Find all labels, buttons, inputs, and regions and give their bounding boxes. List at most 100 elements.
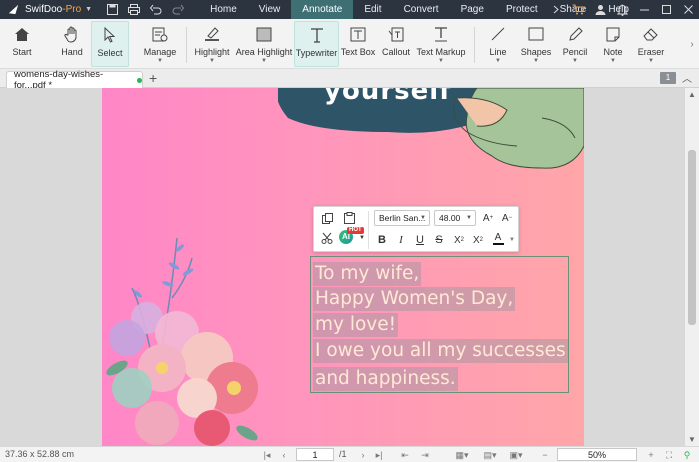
zoom-in-icon[interactable]: + bbox=[644, 448, 658, 462]
subscript-icon[interactable]: X2 bbox=[470, 232, 486, 248]
start-button[interactable]: Start bbox=[6, 21, 38, 67]
paste-icon[interactable] bbox=[341, 210, 357, 226]
text-markup-button[interactable]: Text Markup ▼ bbox=[416, 21, 466, 67]
menu-convert[interactable]: Convert bbox=[393, 0, 450, 19]
text-line[interactable]: I owe you all my successes bbox=[313, 339, 568, 363]
eraser-label: Eraser bbox=[637, 47, 665, 57]
font-family-select[interactable]: Berlin San... ▼ bbox=[374, 210, 430, 226]
previous-page-icon[interactable]: ‹ bbox=[277, 448, 291, 462]
strikethrough-icon[interactable]: S bbox=[431, 232, 447, 248]
document-tab-strip: womens-day-wishes-for...pdf * + 1 ︿ bbox=[0, 69, 699, 91]
total-pages: /1 bbox=[339, 449, 347, 459]
note-dropdown-icon[interactable]: ▼ bbox=[610, 58, 616, 64]
menu-protect[interactable]: Protect bbox=[495, 0, 549, 19]
menu-page[interactable]: Page bbox=[450, 0, 495, 19]
font-color-dropdown-icon[interactable]: ▼ bbox=[504, 232, 520, 248]
menu-more-chevron-icon[interactable] bbox=[545, 0, 567, 19]
manage-button[interactable]: Manage ▼ bbox=[141, 21, 179, 67]
undo-icon[interactable] bbox=[149, 3, 163, 17]
scrollbar-thumb[interactable] bbox=[688, 150, 696, 325]
text-line[interactable]: To my wife, bbox=[313, 262, 422, 286]
callout-icon bbox=[386, 25, 406, 43]
app-name[interactable]: SwifDoo-Pro bbox=[25, 4, 81, 15]
fullscreen-icon[interactable]: ⛶ bbox=[662, 448, 676, 462]
callout-button[interactable]: Callout bbox=[380, 21, 412, 67]
notification-bell-icon[interactable] bbox=[611, 0, 633, 19]
app-menu-caret-icon[interactable]: ▼ bbox=[85, 6, 92, 13]
text-box-button[interactable]: Text Box bbox=[341, 21, 375, 67]
text-line[interactable]: Happy Women's Day, bbox=[313, 287, 516, 311]
menu-home[interactable]: Home bbox=[199, 0, 248, 19]
superscript-icon[interactable]: X2 bbox=[451, 232, 467, 248]
account-icon[interactable] bbox=[589, 0, 611, 19]
bold-icon[interactable]: B bbox=[374, 232, 390, 248]
line-dropdown-icon[interactable]: ▼ bbox=[495, 58, 501, 64]
increase-font-size-icon[interactable]: A + bbox=[480, 210, 496, 226]
pencil-button[interactable]: Pencil ▼ bbox=[560, 21, 590, 67]
scroll-down-arrow-icon[interactable]: ▼ bbox=[688, 435, 696, 444]
highlight-dropdown-icon[interactable]: ▼ bbox=[209, 58, 215, 64]
typewriter-text-box[interactable]: To my wife, Happy Women's Day, my love! … bbox=[310, 256, 569, 393]
current-page-input[interactable]: 1 bbox=[296, 448, 334, 461]
previous-view-icon[interactable]: ⇤ bbox=[398, 448, 412, 462]
zoom-level-field[interactable]: 50% bbox=[557, 448, 637, 461]
page-dimensions: 37.36 x 52.88 cm bbox=[5, 449, 75, 459]
minimize-icon[interactable] bbox=[633, 0, 655, 19]
italic-icon[interactable]: I bbox=[393, 232, 409, 248]
text-markup-dropdown-icon[interactable]: ▼ bbox=[438, 58, 444, 64]
menu-edit[interactable]: Edit bbox=[353, 0, 392, 19]
shapes-icon bbox=[526, 25, 546, 43]
title-bar: SwifDoo-Pro ▼ Home View Annotate Edit Co… bbox=[0, 0, 699, 19]
page-display-mode-icon[interactable]: ▦▾ bbox=[452, 448, 472, 462]
close-icon[interactable] bbox=[677, 0, 699, 19]
ribbon-separator bbox=[186, 27, 187, 63]
eraser-button[interactable]: Eraser ▼ bbox=[636, 21, 666, 67]
hand-button[interactable]: Hand bbox=[55, 21, 89, 67]
page-fit-mode-icon[interactable]: ▣▾ bbox=[506, 448, 526, 462]
copy-icon[interactable] bbox=[319, 210, 335, 226]
status-bar: 37.36 x 52.88 cm |◂ ‹ 1 /1 › ▸| ⇤ ⇥ ▦▾ ▤… bbox=[0, 446, 699, 462]
maximize-icon[interactable] bbox=[655, 0, 677, 19]
shapes-button[interactable]: Shapes ▼ bbox=[520, 21, 552, 67]
document-tab[interactable]: womens-day-wishes-for...pdf * bbox=[6, 69, 143, 91]
area-highlight-dropdown-icon[interactable]: ▼ bbox=[261, 58, 267, 64]
underline-icon[interactable]: U bbox=[412, 232, 428, 248]
eraser-dropdown-icon[interactable]: ▼ bbox=[648, 58, 654, 64]
text-markup-icon bbox=[431, 25, 451, 43]
collapse-ribbon-chevron-icon[interactable]: ︿ bbox=[682, 70, 692, 85]
decrease-font-size-icon[interactable]: A − bbox=[499, 210, 515, 226]
next-view-icon[interactable]: ⇥ bbox=[418, 448, 432, 462]
last-page-icon[interactable]: ▸| bbox=[372, 448, 386, 462]
next-page-icon[interactable]: › bbox=[356, 448, 370, 462]
hand-label: Hand bbox=[61, 47, 83, 57]
scroll-up-arrow-icon[interactable]: ▲ bbox=[688, 90, 696, 99]
area-highlight-button[interactable]: Area Highlight ▼ bbox=[236, 21, 292, 67]
new-tab-plus-icon[interactable]: + bbox=[149, 70, 157, 86]
select-button[interactable]: Select bbox=[91, 21, 129, 67]
scroll-mode-icon[interactable]: ▤▾ bbox=[480, 448, 500, 462]
ribbon-scroll-right-icon[interactable]: › bbox=[685, 19, 699, 69]
print-icon[interactable] bbox=[127, 3, 141, 17]
line-button[interactable]: Line ▼ bbox=[484, 21, 512, 67]
first-page-icon[interactable]: |◂ bbox=[260, 448, 274, 462]
manage-dropdown-icon[interactable]: ▼ bbox=[157, 58, 163, 64]
save-icon[interactable] bbox=[105, 3, 119, 17]
zoom-out-icon[interactable]: − bbox=[538, 448, 552, 462]
vertical-scrollbar[interactable]: ▲ ▼ bbox=[685, 88, 699, 446]
cart-icon[interactable] bbox=[567, 0, 589, 19]
app-edition: -Pro bbox=[62, 4, 82, 15]
text-line[interactable]: and happiness. bbox=[313, 367, 458, 391]
highlight-button[interactable]: Highlight ▼ bbox=[193, 21, 231, 67]
pencil-dropdown-icon[interactable]: ▼ bbox=[572, 58, 578, 64]
font-family-dropdown-icon: ▼ bbox=[420, 215, 426, 221]
menu-view[interactable]: View bbox=[248, 0, 292, 19]
typewriter-button[interactable]: Typewriter bbox=[294, 21, 339, 67]
shapes-dropdown-icon[interactable]: ▼ bbox=[533, 58, 539, 64]
pin-icon[interactable]: ⚲ bbox=[680, 448, 694, 462]
menu-annotate[interactable]: Annotate bbox=[291, 0, 354, 19]
note-button[interactable]: Note ▼ bbox=[600, 21, 626, 67]
redo-icon[interactable] bbox=[171, 3, 185, 17]
font-size-select[interactable]: 48.00 ▼ bbox=[434, 210, 476, 226]
text-line[interactable]: my love! bbox=[313, 313, 399, 337]
cut-scissors-icon[interactable] bbox=[319, 230, 335, 246]
